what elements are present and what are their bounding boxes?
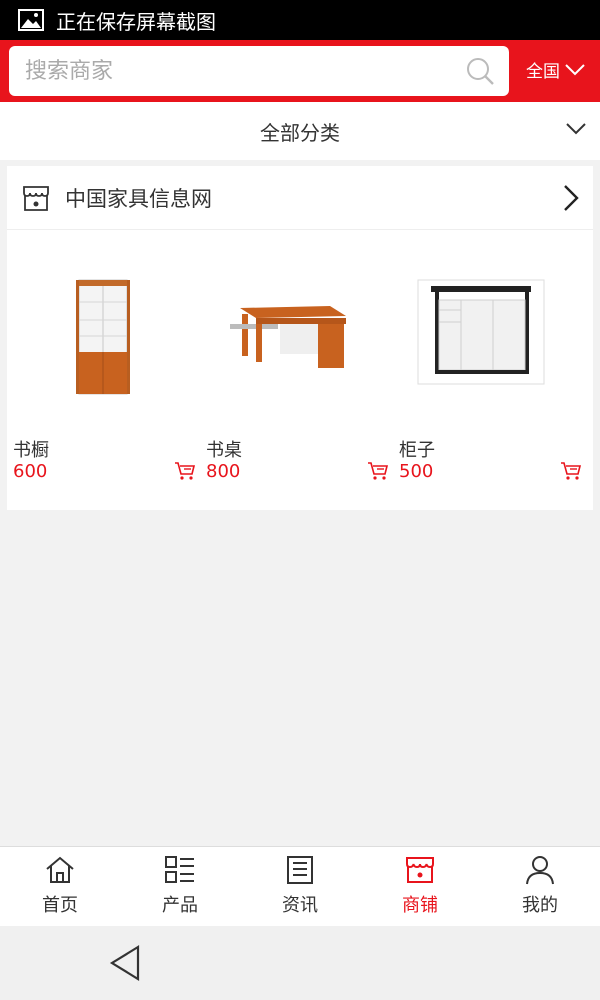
chevron-down-icon — [566, 123, 586, 135]
home-icon — [46, 856, 74, 883]
shop-header[interactable]: 中国家具信息网 — [7, 166, 593, 230]
product-name: 书橱 — [13, 440, 49, 461]
tab-mine[interactable]: 我的 — [480, 847, 600, 926]
status-text: 正在保存屏幕截图 — [56, 9, 216, 34]
search-header: 全国 — [0, 40, 600, 102]
product-list: 书橱 600 书桌 800 柜子 500 — [7, 230, 593, 482]
chevron-down-icon — [565, 63, 585, 75]
shop-name: 中国家具信息网 — [65, 186, 212, 211]
tab-label: 首页 — [42, 895, 78, 916]
system-nav-bar — [0, 926, 600, 1000]
search-box[interactable] — [9, 46, 509, 96]
product-item[interactable]: 书桌 800 — [200, 230, 393, 482]
product-image-cabinet[interactable] — [393, 230, 586, 430]
product-image-bookcase[interactable] — [7, 230, 200, 430]
status-bar: 正在保存屏幕截图 — [0, 0, 600, 40]
shop-card: 中国家具信息网 书橱 600 书桌 800 柜子 500 — [7, 166, 593, 510]
tab-products[interactable]: 产品 — [120, 847, 240, 926]
tab-shop[interactable]: 商铺 — [360, 847, 480, 926]
region-label: 全国 — [526, 62, 560, 82]
search-icon[interactable] — [465, 56, 495, 86]
product-name: 书桌 — [206, 440, 242, 461]
user-icon — [526, 856, 554, 885]
image-icon — [18, 9, 44, 31]
back-icon[interactable] — [108, 944, 142, 982]
product-item[interactable]: 书橱 600 — [7, 230, 200, 482]
product-price: 600 — [13, 461, 48, 482]
tab-news[interactable]: 资讯 — [240, 847, 360, 926]
product-item[interactable]: 柜子 500 — [393, 230, 586, 482]
news-icon — [287, 856, 313, 884]
tab-label: 资讯 — [282, 895, 318, 916]
product-name: 柜子 — [399, 440, 435, 461]
category-label: 全部分类 — [260, 120, 340, 145]
region-selector[interactable]: 全国 — [526, 57, 586, 82]
product-image-desk[interactable] — [200, 230, 393, 430]
search-input[interactable] — [25, 58, 445, 84]
product-price: 500 — [399, 461, 434, 482]
list-icon — [165, 856, 194, 883]
tab-label: 我的 — [522, 895, 558, 916]
cart-icon[interactable] — [174, 461, 196, 485]
category-filter[interactable]: 全部分类 — [0, 102, 600, 160]
cart-icon[interactable] — [560, 461, 582, 485]
bottom-tab-bar: 首页 产品 资讯 商铺 我的 — [0, 846, 600, 926]
tab-home[interactable]: 首页 — [0, 847, 120, 926]
tab-label: 商铺 — [402, 895, 438, 916]
shop-icon — [406, 857, 434, 883]
tab-label: 产品 — [162, 895, 198, 916]
product-price: 800 — [206, 461, 241, 482]
cart-icon[interactable] — [367, 461, 389, 485]
shop-icon — [21, 183, 51, 213]
chevron-right-icon[interactable] — [563, 184, 579, 212]
